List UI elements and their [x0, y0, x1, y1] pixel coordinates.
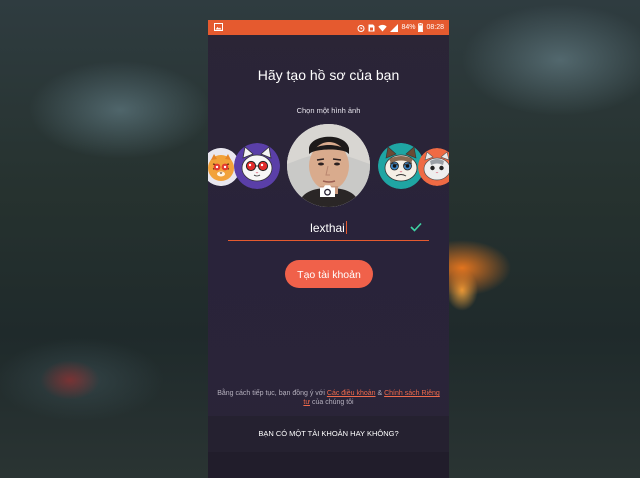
- terms-suffix: của chúng tôi: [311, 399, 354, 406]
- camera-icon[interactable]: [319, 184, 336, 198]
- background-blur: [40, 360, 100, 400]
- clock: 08:28: [426, 24, 444, 31]
- phone-screen: 84% 08:28 Hãy tạo hồ sơ của bạn Chọn một…: [208, 20, 449, 478]
- status-bar: 84% 08:28: [208, 20, 449, 35]
- image-icon: [214, 23, 223, 31]
- signal-icon: [390, 23, 399, 32]
- battery-icon: [418, 23, 424, 32]
- wifi-icon: [378, 24, 388, 31]
- username-underline: [228, 240, 429, 241]
- white-cat-avatar[interactable]: [234, 143, 280, 189]
- page-title: Hãy tạo hồ sơ của bạn: [257, 67, 400, 83]
- create-account-button[interactable]: Tạo tài khoản: [285, 260, 373, 288]
- alarm-icon: [357, 24, 365, 32]
- battery-percent: 84%: [401, 24, 416, 31]
- terms-text: Bằng cách tiếp tục, bạn đồng ý với Các đ…: [214, 389, 443, 407]
- choose-image-label: Chọn một hình ảnh: [296, 106, 361, 115]
- terms-prefix: Bằng cách tiếp tục, bạn đồng ý với: [217, 390, 327, 397]
- checkmark-icon: [410, 222, 422, 232]
- username-value: lexthai: [310, 221, 345, 235]
- text-caret: [345, 221, 347, 234]
- terms-link[interactable]: Các điều khoản: [327, 390, 376, 397]
- username-field[interactable]: lexthai: [228, 220, 429, 241]
- cat-avatar[interactable]: [418, 148, 449, 186]
- have-account-button[interactable]: BẠN CÓ MỘT TÀI KHOẢN HAY KHÔNG?: [208, 416, 449, 452]
- bottom-panel: [208, 452, 449, 478]
- sim-icon: [368, 24, 375, 31]
- terms-amp: &: [375, 390, 385, 397]
